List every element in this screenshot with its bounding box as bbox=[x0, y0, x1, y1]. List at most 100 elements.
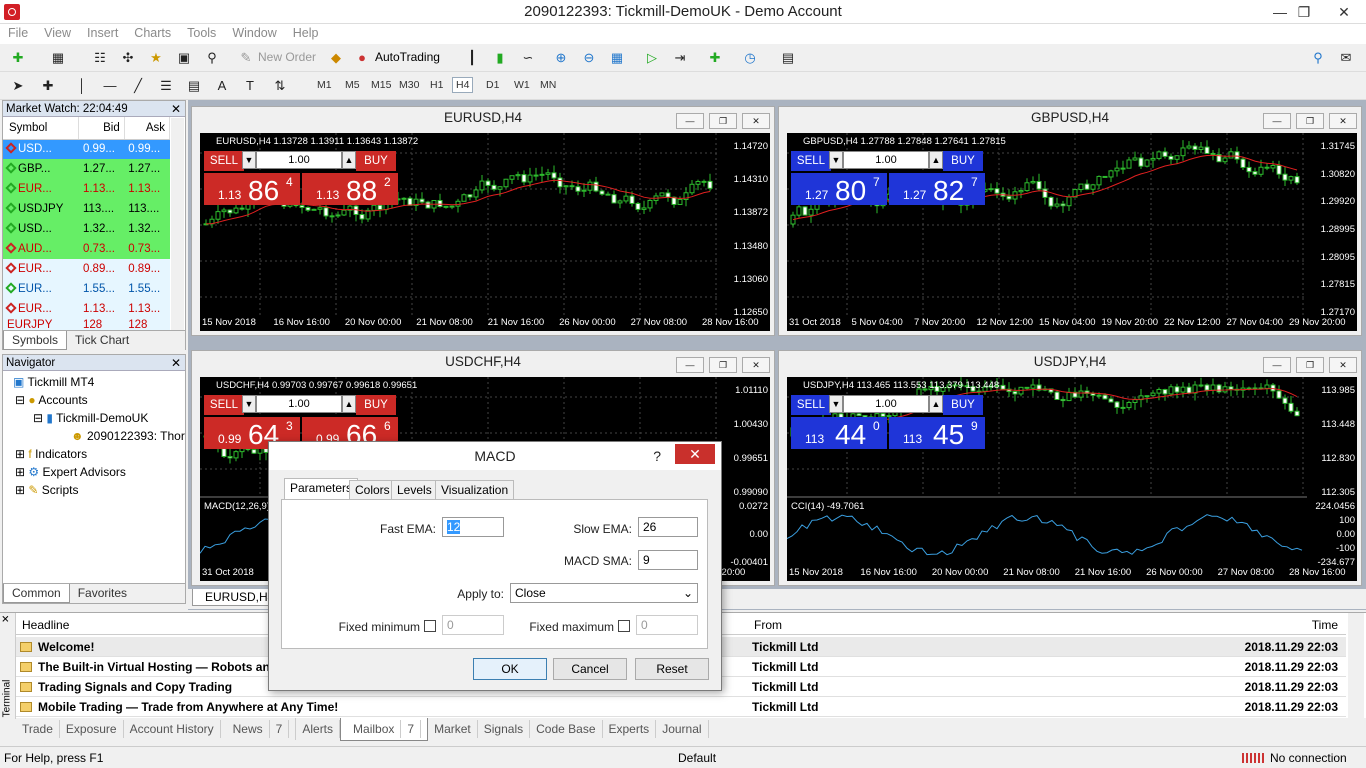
tf-m15[interactable]: M15 bbox=[368, 78, 394, 92]
tile-windows-icon[interactable]: ▦ bbox=[607, 49, 627, 67]
arrows-icon[interactable]: ⇅ bbox=[270, 77, 290, 95]
nav-account[interactable]: ☻ 2090122393: Thor bbox=[71, 429, 185, 443]
table-row[interactable]: USD... 1.32... 1.32... bbox=[3, 219, 170, 239]
chart-close-button[interactable]: ✕ bbox=[1329, 357, 1357, 373]
templates-icon[interactable]: ▤ bbox=[778, 49, 798, 67]
periods-icon[interactable]: ◷ bbox=[740, 49, 760, 67]
menu-help[interactable]: Help bbox=[285, 24, 327, 42]
slow-ema-input[interactable]: 26 bbox=[638, 517, 698, 537]
lot-down-button[interactable]: ▼ bbox=[242, 395, 256, 413]
fixed-min-checkbox[interactable] bbox=[424, 620, 436, 632]
col-headline[interactable]: Headline bbox=[22, 618, 69, 632]
table-row[interactable]: EUR... 1.13... 1.13... bbox=[3, 179, 170, 199]
chart-window-gbpusd[interactable]: GBPUSD,H4 — ❐ ✕ 1.31745 1.30820 1.29920 1.289… bbox=[778, 106, 1362, 336]
tf-h4[interactable]: H4 bbox=[452, 77, 474, 93]
fixed-max-checkbox[interactable] bbox=[618, 620, 630, 632]
menu-tools[interactable]: Tools bbox=[179, 24, 224, 42]
price-chart[interactable]: 1.31745 1.30820 1.29920 1.28995 1.28095 1.278… bbox=[787, 133, 1357, 331]
lot-up-button[interactable]: ▲ bbox=[342, 395, 356, 413]
fixed-max-input[interactable]: 0 bbox=[636, 615, 698, 635]
lot-size-input[interactable]: 1.00 bbox=[256, 151, 342, 169]
sell-price[interactable]: 1.27 80 7 bbox=[791, 173, 887, 206]
indicators-icon[interactable]: ✚ bbox=[705, 49, 725, 67]
tab-signals[interactable]: Signals bbox=[478, 720, 531, 738]
terminal-icon[interactable]: ▣ bbox=[174, 49, 194, 67]
fast-ema-input[interactable]: 12 bbox=[442, 517, 504, 537]
nav-indicators[interactable]: ⊞ f Indicators bbox=[15, 447, 87, 461]
close-icon[interactable]: ✕ bbox=[1, 614, 12, 623]
table-row[interactable]: EUR... 1.55... 1.55... bbox=[3, 279, 170, 299]
tab-common[interactable]: Common bbox=[3, 584, 70, 603]
table-row[interactable]: USD... 0.99... 0.99... bbox=[3, 139, 170, 159]
autotrading-button[interactable]: AutoTrading bbox=[375, 50, 440, 64]
menu-window[interactable]: Window bbox=[224, 24, 284, 42]
table-row[interactable]: EUR... 1.13... 1.13... bbox=[3, 299, 170, 319]
bar-chart-icon[interactable]: ┃ bbox=[462, 49, 482, 67]
sell-button[interactable]: SELL bbox=[204, 151, 244, 171]
search-icon[interactable]: ⚲ bbox=[1308, 49, 1328, 67]
tab-parameters[interactable]: Parameters bbox=[284, 478, 359, 500]
sell-price[interactable]: 1.13 86 4 bbox=[204, 173, 300, 206]
chart-minimize-button[interactable]: — bbox=[676, 357, 704, 373]
tab-experts[interactable]: Experts bbox=[603, 720, 657, 738]
dialog-close-button[interactable]: ✕ bbox=[675, 444, 715, 464]
close-icon[interactable]: ✕ bbox=[171, 101, 181, 117]
lot-down-button[interactable]: ▼ bbox=[242, 151, 256, 169]
tab-visualization[interactable]: Visualization bbox=[435, 480, 515, 500]
tab-news[interactable]: News 7 bbox=[221, 718, 297, 740]
trendline-icon[interactable]: ╱ bbox=[128, 77, 148, 95]
apply-to-select[interactable]: Close ⌄ bbox=[510, 583, 698, 603]
tf-h1[interactable]: H1 bbox=[427, 78, 446, 92]
buy-button[interactable]: BUY bbox=[943, 151, 983, 171]
zoom-in-icon[interactable]: ⊕ bbox=[551, 49, 571, 67]
menu-file[interactable]: File bbox=[0, 24, 36, 42]
tf-m1[interactable]: M1 bbox=[314, 78, 335, 92]
terminal-scrollbar[interactable] bbox=[1348, 613, 1364, 719]
maximize-button[interactable]: ❐ bbox=[1290, 2, 1318, 22]
chat-icon[interactable]: ✉ bbox=[1336, 49, 1356, 67]
tf-mn[interactable]: MN bbox=[537, 78, 559, 92]
table-row[interactable]: AUD... 0.73... 0.73... bbox=[3, 239, 170, 259]
chart-shift-icon[interactable]: ⇥ bbox=[670, 49, 690, 67]
tf-m5[interactable]: M5 bbox=[342, 78, 363, 92]
sell-button[interactable]: SELL bbox=[204, 395, 244, 415]
cursor-icon[interactable]: ➤ bbox=[8, 77, 28, 95]
lot-up-button[interactable]: ▲ bbox=[929, 151, 943, 169]
buy-button[interactable]: BUY bbox=[356, 395, 396, 415]
cancel-button[interactable]: Cancel bbox=[553, 658, 627, 680]
chart-minimize-button[interactable]: — bbox=[676, 113, 704, 129]
tf-d1[interactable]: D1 bbox=[483, 78, 502, 92]
table-row[interactable]: USDJPY 113.... 113.... bbox=[3, 199, 170, 219]
buy-button[interactable]: BUY bbox=[356, 151, 396, 171]
price-chart[interactable]: 113.985 113.448 112.830 112.305 224.0456 100 0… bbox=[787, 377, 1357, 581]
line-chart-icon[interactable]: ∽ bbox=[518, 49, 538, 67]
close-icon[interactable]: ✕ bbox=[171, 355, 181, 371]
nav-scripts[interactable]: ⊞ ✎ Scripts bbox=[15, 483, 78, 497]
col-bid[interactable]: Bid bbox=[78, 117, 125, 140]
tab-tick-chart[interactable]: Tick Chart bbox=[67, 331, 137, 349]
sell-button[interactable]: SELL bbox=[791, 151, 831, 171]
chart-minimize-button[interactable]: — bbox=[1263, 113, 1291, 129]
reset-button[interactable]: Reset bbox=[635, 658, 709, 680]
channel-icon[interactable]: ☰ bbox=[156, 77, 176, 95]
buy-price[interactable]: 113 45 9 bbox=[889, 417, 985, 450]
fibonacci-icon[interactable]: ▤ bbox=[184, 77, 204, 95]
autoscroll-icon[interactable]: ▷ bbox=[642, 49, 662, 67]
lot-up-button[interactable]: ▲ bbox=[929, 395, 943, 413]
price-chart[interactable]: 1.14720 1.14310 1.13872 1.13480 1.13060 1.126… bbox=[200, 133, 770, 331]
autotrading-icon[interactable]: ● bbox=[352, 49, 372, 67]
nav-root[interactable]: ▣ Tickmill MT4 bbox=[13, 375, 94, 389]
chart-restore-button[interactable]: ❐ bbox=[709, 113, 737, 129]
horizontal-line-icon[interactable]: — bbox=[100, 77, 120, 95]
tab-colors[interactable]: Colors bbox=[349, 480, 396, 500]
text-icon[interactable]: A bbox=[212, 77, 232, 95]
tab-levels[interactable]: Levels bbox=[391, 480, 438, 500]
close-button[interactable]: ✕ bbox=[1326, 2, 1362, 22]
navigator-icon[interactable]: ★ bbox=[146, 49, 166, 67]
zoom-out-icon[interactable]: ⊖ bbox=[579, 49, 599, 67]
market-watch-icon[interactable]: ☷ bbox=[90, 49, 110, 67]
menu-view[interactable]: View bbox=[36, 24, 79, 42]
tab-mailbox[interactable]: Mailbox 7 bbox=[340, 718, 429, 741]
col-ask[interactable]: Ask bbox=[124, 117, 171, 140]
tf-m30[interactable]: M30 bbox=[396, 78, 422, 92]
